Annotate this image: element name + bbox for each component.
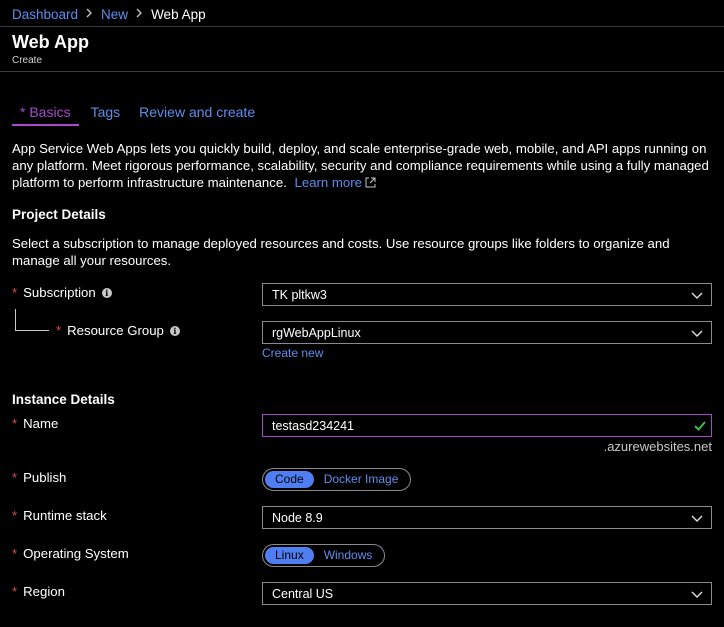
- chevron-right-icon: [136, 7, 143, 21]
- required-star: *: [56, 323, 62, 338]
- instance-details-heading: Instance Details: [12, 392, 115, 407]
- subscription-label-text: Subscription: [23, 285, 96, 300]
- required-star: *: [12, 285, 18, 300]
- resource-group-value: rgWebAppLinux: [272, 325, 361, 340]
- runtime-stack-value: Node 8.9: [272, 510, 323, 525]
- resource-group-label-text: Resource Group: [67, 323, 164, 338]
- create-new-link[interactable]: Create new: [262, 346, 323, 360]
- subscription-dropdown[interactable]: TK pltkw3: [262, 283, 712, 306]
- breadcrumb-new-link[interactable]: New: [101, 7, 128, 22]
- chevron-right-icon: [86, 7, 93, 21]
- tab-required-star: *: [20, 104, 26, 120]
- name-label-text: Name: [23, 416, 59, 431]
- region-value: Central US: [272, 586, 334, 601]
- breadcrumb: Dashboard New Web App: [12, 6, 206, 22]
- header-divider: [0, 26, 724, 27]
- intro-paragraph: App Service Web Apps lets you quickly bu…: [12, 140, 718, 192]
- breadcrumb-current: Web App: [151, 6, 206, 22]
- publish-label: * Publish: [12, 470, 66, 485]
- runtime-stack-dropdown[interactable]: Node 8.9: [262, 506, 712, 529]
- required-star: *: [12, 508, 18, 523]
- region-label-text: Region: [23, 584, 65, 599]
- resource-group-label: * Resource Group i: [56, 323, 180, 338]
- domain-suffix: .azurewebsites.net: [603, 439, 712, 454]
- chevron-down-icon: [691, 588, 703, 603]
- tab-basics-label: Basics: [29, 104, 71, 120]
- tab-review-and-create[interactable]: Review and create: [139, 100, 255, 126]
- required-star: *: [12, 546, 18, 561]
- subscription-label: * Subscription i: [12, 285, 112, 300]
- runtime-stack-label: * Runtime stack: [12, 508, 107, 523]
- tab-tags[interactable]: Tags: [91, 100, 121, 126]
- title-divider: [0, 71, 724, 72]
- chevron-down-icon: [691, 327, 703, 342]
- learn-more-label: Learn more: [294, 175, 362, 190]
- operating-system-label-text: Operating System: [23, 546, 129, 561]
- tab-bar: * Basics Tags Review and create: [12, 100, 274, 126]
- subscription-value: TK pltkw3: [272, 287, 327, 302]
- checkmark-icon: [693, 419, 707, 436]
- page-subtitle: Create: [12, 55, 43, 66]
- region-dropdown[interactable]: Central US: [262, 582, 712, 605]
- required-star: *: [12, 470, 18, 485]
- operating-system-toggle: Linux Windows: [262, 544, 386, 567]
- required-star: *: [12, 416, 18, 431]
- breadcrumb-dashboard-link[interactable]: Dashboard: [12, 7, 78, 22]
- region-label: * Region: [12, 584, 65, 599]
- tree-connector-vertical: [15, 309, 16, 330]
- publish-option-code[interactable]: Code: [265, 471, 314, 488]
- tree-connector-horizontal: [15, 330, 49, 331]
- learn-more-link[interactable]: Learn more: [295, 175, 376, 190]
- publish-option-docker-image[interactable]: Docker Image: [314, 471, 409, 488]
- tab-basics[interactable]: * Basics: [12, 100, 79, 126]
- os-option-windows[interactable]: Windows: [314, 547, 383, 564]
- operating-system-label: * Operating System: [12, 546, 129, 561]
- chevron-down-icon: [691, 512, 703, 527]
- page-title: Web App: [12, 32, 89, 52]
- chevron-down-icon: [691, 289, 703, 304]
- name-value: testasd234241: [272, 418, 355, 433]
- project-details-heading: Project Details: [12, 207, 106, 222]
- runtime-stack-label-text: Runtime stack: [23, 508, 107, 523]
- name-label: * Name: [12, 416, 58, 431]
- info-icon[interactable]: i: [101, 287, 112, 298]
- required-star: *: [12, 584, 18, 599]
- os-option-linux[interactable]: Linux: [265, 547, 314, 564]
- publish-label-text: Publish: [23, 470, 67, 485]
- name-input[interactable]: testasd234241: [262, 414, 712, 437]
- project-description: Select a subscription to manage deployed…: [12, 236, 670, 268]
- info-icon[interactable]: i: [169, 325, 180, 336]
- external-link-icon: [365, 175, 376, 192]
- publish-toggle: Code Docker Image: [262, 468, 412, 491]
- resource-group-dropdown[interactable]: rgWebAppLinux: [262, 321, 712, 344]
